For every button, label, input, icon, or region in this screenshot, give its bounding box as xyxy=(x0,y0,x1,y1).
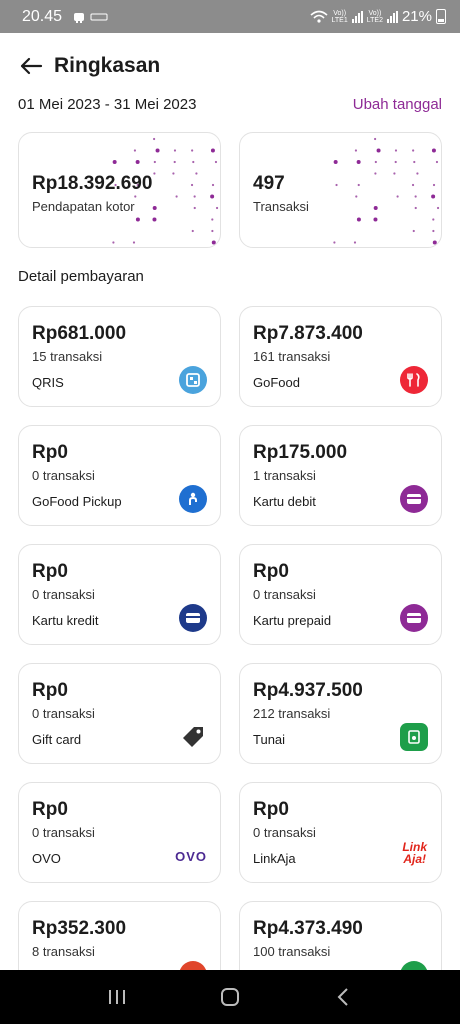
payment-card-gofood[interactable]: Rp7.873.400 161 transaksi GoFood xyxy=(239,306,442,407)
payment-amount: Rp4.373.490 xyxy=(253,918,363,939)
linkaja-logo-text: Aja! xyxy=(403,852,426,866)
payment-count: 15 transaksi xyxy=(32,349,103,364)
cash-icon xyxy=(400,723,428,751)
payment-card-linkaja[interactable]: Rp0 0 transaksi LinkAja Link Aja! xyxy=(239,782,442,883)
payment-card-other[interactable]: Rp4.373.490 100 transaksi xyxy=(239,901,442,970)
transactions-card: 497 Transaksi xyxy=(239,132,442,248)
dots-pattern xyxy=(333,137,440,245)
wifi-icon xyxy=(310,10,328,23)
card-icon xyxy=(179,604,207,632)
payment-card-prepaid[interactable]: Rp0 0 transaksi Kartu prepaid xyxy=(239,544,442,645)
payment-amount: Rp0 xyxy=(253,561,289,582)
payment-grid: Rp681.000 15 transaksi QRIS Rp7.873.400 … xyxy=(18,306,443,970)
pickup-icon xyxy=(179,485,207,513)
back-nav-button[interactable] xyxy=(323,977,363,1017)
payment-amount: Rp0 xyxy=(32,561,68,582)
section-title: Detail pembayaran xyxy=(18,268,144,285)
home-button[interactable] xyxy=(210,977,250,1017)
battery-percent: 21% xyxy=(401,8,432,25)
page-title: Ringkasan xyxy=(54,54,161,77)
payment-count: 0 transaksi xyxy=(253,825,316,840)
payment-count: 0 transaksi xyxy=(32,825,95,840)
payment-card-debit[interactable]: Rp175.000 1 transaksi Kartu debit xyxy=(239,425,442,526)
transactions-value: 497 xyxy=(253,173,285,194)
date-range: 01 Mei 2023 - 31 Mei 2023 xyxy=(18,95,197,113)
card-icon xyxy=(400,485,428,513)
payment-name: QRIS xyxy=(32,375,64,390)
payment-count: 0 transaksi xyxy=(32,706,95,721)
system-nav-bar xyxy=(0,970,460,1024)
notification-icon xyxy=(74,12,85,23)
back-button[interactable] xyxy=(18,53,44,79)
payment-card-ovo[interactable]: Rp0 0 transaksi OVO OVO xyxy=(18,782,221,883)
payment-amount: Rp0 xyxy=(32,442,68,463)
payment-card-cash[interactable]: Rp4.937.500 212 transaksi Tunai xyxy=(239,663,442,764)
shop-icon xyxy=(179,961,207,970)
net1-sub: LTE1 xyxy=(331,16,348,24)
net2-sub: LTE2 xyxy=(366,16,383,24)
payment-card-credit[interactable]: Rp0 0 transaksi Kartu kredit xyxy=(18,544,221,645)
payment-amount: Rp681.000 xyxy=(32,323,127,344)
payment-name: GoFood xyxy=(253,375,300,390)
payment-name: GoFood Pickup xyxy=(32,494,122,509)
app-notification-icon xyxy=(90,13,108,20)
change-date-link[interactable]: Ubah tanggal xyxy=(353,96,442,113)
payment-count: 1 transaksi xyxy=(253,468,316,483)
payment-count: 0 transaksi xyxy=(32,587,95,602)
payment-card-gofood-pickup[interactable]: Rp0 0 transaksi GoFood Pickup xyxy=(18,425,221,526)
signal-icon xyxy=(386,10,398,23)
card-icon xyxy=(400,604,428,632)
gross-revenue-value: Rp18.392.690 xyxy=(32,173,153,194)
transactions-label: Transaksi xyxy=(253,199,309,214)
battery-icon xyxy=(436,9,446,24)
home-icon xyxy=(220,988,239,1006)
payment-name: Tunai xyxy=(253,732,286,747)
payment-card-other[interactable]: Rp352.300 8 transaksi xyxy=(18,901,221,970)
gross-revenue-label: Pendapatan kotor xyxy=(32,199,135,214)
gofood-icon xyxy=(400,366,428,394)
status-bar: 20.45 Vo)) LTE1 Vo)) LTE2 21% xyxy=(0,0,460,33)
date-row: 01 Mei 2023 - 31 Mei 2023 Ubah tanggal xyxy=(18,92,442,116)
payment-count: 161 transaksi xyxy=(253,349,331,364)
payment-name: Gift card xyxy=(32,732,82,747)
payment-card-qris[interactable]: Rp681.000 15 transaksi QRIS xyxy=(18,306,221,407)
signal-icon xyxy=(351,10,363,23)
payment-amount: Rp0 xyxy=(32,680,68,701)
recent-apps-button[interactable] xyxy=(97,977,137,1017)
linkaja-logo: Link Aja! xyxy=(402,841,427,865)
payment-amount: Rp352.300 xyxy=(32,918,127,939)
payment-count: 100 transaksi xyxy=(253,944,331,959)
payment-count: 212 transaksi xyxy=(253,706,331,721)
tag-icon xyxy=(179,723,207,751)
recent-apps-icon xyxy=(108,990,125,1004)
payment-count: 0 transaksi xyxy=(253,587,316,602)
arrow-left-icon xyxy=(20,57,43,75)
payment-count: 8 transaksi xyxy=(32,944,95,959)
payment-name: OVO xyxy=(32,851,61,866)
wallet-icon xyxy=(400,961,428,970)
net2-label: Vo)) xyxy=(368,9,382,17)
payment-name: LinkAja xyxy=(253,851,296,866)
net1-label: Vo)) xyxy=(333,9,347,17)
payment-card-gift-card[interactable]: Rp0 0 transaksi Gift card xyxy=(18,663,221,764)
gross-revenue-card: Rp18.392.690 Pendapatan kotor xyxy=(18,132,221,248)
payment-amount: Rp0 xyxy=(253,799,289,820)
payment-count: 0 transaksi xyxy=(32,468,95,483)
payment-amount: Rp4.937.500 xyxy=(253,680,363,701)
header: Ringkasan xyxy=(18,48,442,84)
payment-amount: Rp0 xyxy=(32,799,68,820)
payment-name: Kartu prepaid xyxy=(253,613,332,628)
payment-amount: Rp175.000 xyxy=(253,442,348,463)
payment-name: Kartu kredit xyxy=(32,613,99,628)
status-time: 20.45 xyxy=(22,7,63,25)
chevron-left-icon xyxy=(337,988,349,1006)
qris-icon xyxy=(179,366,207,394)
payment-name: Kartu debit xyxy=(253,494,316,509)
payment-amount: Rp7.873.400 xyxy=(253,323,363,344)
ovo-logo: OVO xyxy=(175,849,207,864)
